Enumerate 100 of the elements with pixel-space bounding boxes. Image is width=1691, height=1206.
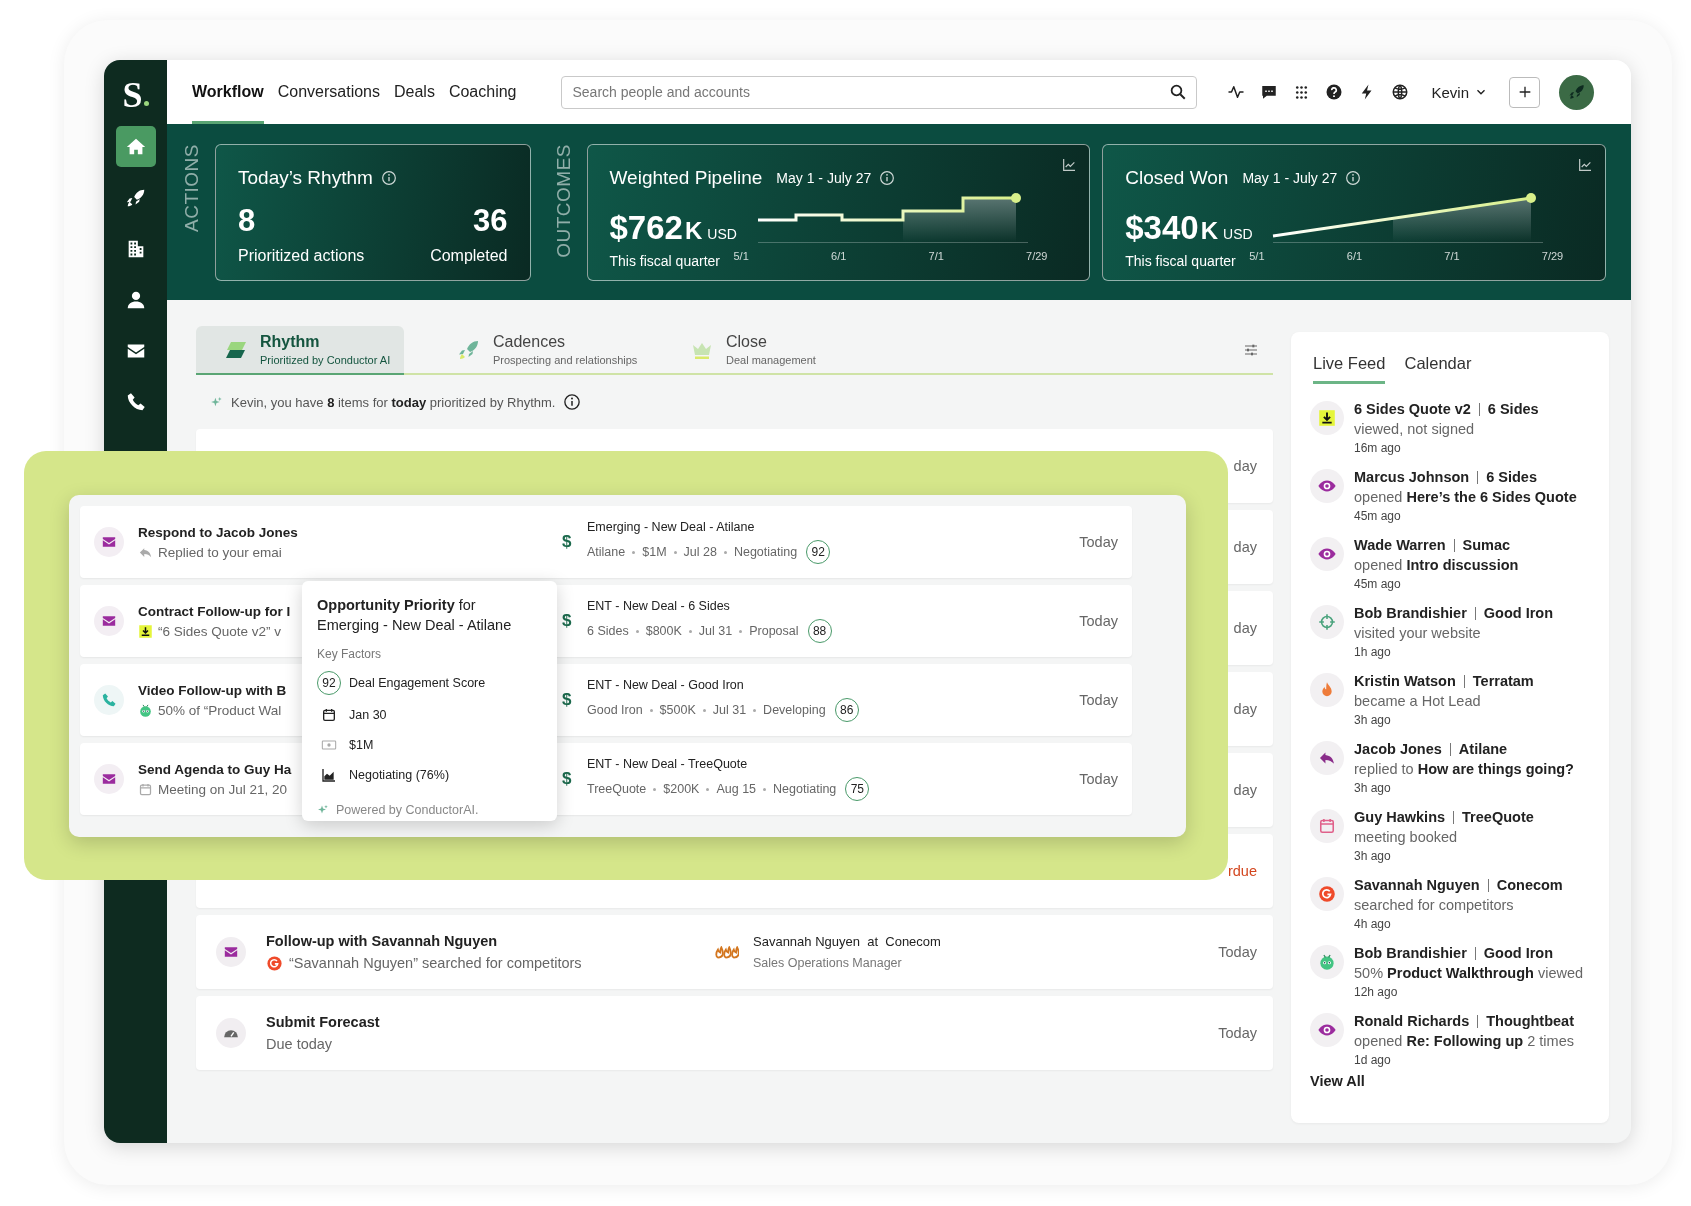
axis-label: 7/29 [1026,249,1048,262]
task-row[interactable]: Follow-up with Savannah Nguyen “Savannah Nguyen” searched for competitors Savannah Nguyen at Conecom Sales Operations Manager Today [196,915,1273,989]
contact-name[interactable]: Bob Brandishier [1354,945,1467,961]
task-title: Submit Forecast [266,1014,380,1030]
contact-name[interactable]: Marcus Johnson [1354,469,1470,485]
task-row[interactable]: Respond to Jacob Jones Replied to your emai $ Emerging - New Deal - Atilane Atilane $1M Jul 28 Negotiating 92 Today [80,506,1132,578]
deal-name[interactable]: Emerging - New Deal - Atilane [587,520,755,534]
calendar-icon [138,781,153,797]
dollar-sign: $ [562,611,573,631]
activity-text: replied to How are things going? [1354,761,1574,777]
metric-value: $762 [609,208,683,247]
task-note: “Savannah Nguyen” searched for competitors [289,955,582,971]
envelope-icon [94,527,124,557]
sidebar-item[interactable] [115,126,156,167]
contact-name[interactable]: Kristin Watson [1354,673,1456,689]
banknote-icon [321,737,337,753]
task-row[interactable]: Submit Forecast Due today Today [196,996,1273,1070]
deal-detail: TreeQuote [587,782,647,796]
company-name[interactable]: TreeQuote [1462,809,1534,825]
activity-text: became a Hot Lead [1354,693,1481,709]
axis-label: 5/1 [1249,249,1265,262]
add-button[interactable] [1509,76,1541,108]
period-label: This fiscal quarter [609,252,720,269]
timestamp: 3h ago [1354,781,1391,795]
view-tab[interactable]: Close Deal management [662,326,870,373]
company-name[interactable]: Atilane [1458,741,1508,757]
timestamp: 3h ago [1354,849,1391,863]
panel-tab[interactable]: Live Feed [1313,346,1386,384]
view-tab[interactable]: Rhythm Prioritized by Conductor AI [196,326,404,375]
deal-detail: Negotiating [773,782,837,796]
factor-label: Negotiating (76%) [349,768,450,782]
task-title: Respond to Jacob Jones [138,524,298,540]
phone-icon [94,685,124,715]
contact-name[interactable]: Savannah Nguyen [1354,877,1480,893]
deal-detail: Aug 15 [716,782,757,796]
company-name[interactable]: Conecom [1496,877,1563,893]
timestamp: 4h ago [1354,917,1391,931]
download-icon [1310,401,1344,435]
dollar-sign: $ [562,532,573,552]
contact-name[interactable]: Savannah Nguyen at Conecom [753,934,941,949]
deal-detail: $800K [645,624,682,638]
metric-value: 8 [238,202,256,239]
line-chart-icon[interactable] [1577,156,1593,173]
section-label: ACTIONS [181,144,203,232]
deal-detail: $500K [659,703,696,717]
company-name[interactable]: Terratam [1472,673,1534,689]
envelope-icon [94,606,124,636]
eye-icon [1310,537,1344,571]
task-title: Video Follow-up with B [138,682,287,698]
deal-name[interactable]: ENT - New Deal - 6 Sides [587,599,730,613]
panel-tab[interactable]: Calendar [1404,346,1472,384]
company-name[interactable]: Good Iron [1483,945,1554,961]
metric-label: Prioritized actions [238,246,365,265]
chat-bubble-icon[interactable] [1259,83,1278,101]
date-range: May 1 - July 27 [1242,169,1338,186]
due-date: Today [1218,1025,1257,1041]
calendar-icon [1310,809,1344,843]
deal-name[interactable]: ENT - New Deal - TreeQuote [587,757,748,771]
search-field[interactable]: Search people and accounts [560,75,1197,109]
company-name[interactable]: Thoughtbeat [1486,1013,1574,1029]
contact-role: Sales Operations Manager [753,956,902,970]
eye-icon [1310,1013,1344,1047]
view-all-link[interactable]: View All [1310,1073,1365,1089]
due-date: Today [1079,534,1118,550]
contact-name[interactable]: 6 Sides Quote v2 [1354,401,1471,417]
deal-name[interactable]: ENT - New Deal - Good Iron [587,678,744,692]
user-menu[interactable]: Kevin [1431,83,1489,101]
deal-detail: $200K [663,782,700,796]
company-name[interactable]: Sumac [1462,537,1511,553]
axis-label: 7/29 [1541,249,1564,262]
globe-icon[interactable] [1390,83,1409,101]
contact-name[interactable]: Bob Brandishier [1354,605,1467,621]
metric-value: $340 [1125,208,1199,247]
view-tab[interactable]: Cadences Prospecting and relationships [429,326,637,373]
currency-label: USD [707,225,737,242]
avatar[interactable] [1559,74,1595,110]
card-title: Closed Won [1125,166,1229,189]
deal-detail: Developing [763,703,826,717]
contact-name[interactable]: Wade Warren [1354,537,1446,553]
dollar-sign: $ [562,690,573,710]
contact-name[interactable]: Ronald Richards [1354,1013,1470,1029]
company-name[interactable]: 6 Sides [1486,469,1537,485]
task-note: 50% of “Product Wal [158,702,282,718]
due-date: Today [1079,613,1118,629]
contact-name[interactable]: Guy Hawkins [1354,809,1446,825]
nav-tab[interactable]: Conversations [277,60,380,124]
rocket-icon [1567,83,1586,101]
help-icon[interactable] [1324,83,1343,101]
contact-name[interactable]: Jacob Jones [1354,741,1442,757]
activity-text: searched for competitors [1354,897,1514,913]
nav-tab[interactable]: Coaching [448,60,517,124]
line-chart-icon[interactable] [1061,156,1078,173]
due-date: Today [1079,771,1118,787]
company-name[interactable]: 6 Sides [1487,401,1539,417]
envelope-icon [94,764,124,794]
info-icon [879,169,896,186]
pulse-icon[interactable] [1226,83,1245,101]
company-name[interactable]: Good Iron [1483,605,1554,621]
info-icon [563,393,582,411]
nav-tab[interactable]: Deals [394,60,435,124]
